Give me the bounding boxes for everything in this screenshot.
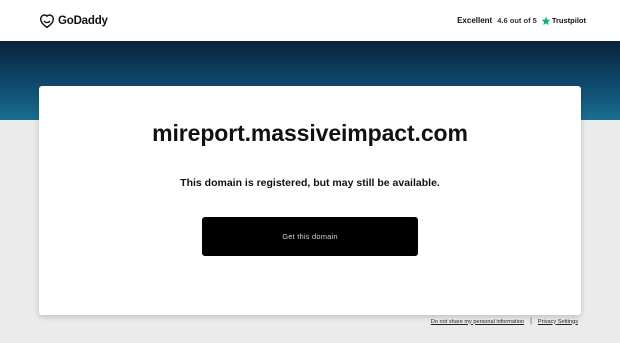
rating-label: Excellent: [457, 16, 493, 25]
rating-score: 4.6 out of 5: [497, 16, 537, 25]
godaddy-logo[interactable]: GoDaddy: [39, 13, 108, 29]
trustpilot-rating[interactable]: Excellent 4.6 out of 5 Trustpilot: [457, 16, 586, 26]
footer-links: Do not share my personal information | P…: [431, 318, 578, 325]
domain-status: This domain is registered, but may still…: [180, 177, 440, 189]
domain-title: mireport.massiveimpact.com: [152, 120, 468, 146]
trustpilot-star-icon: [541, 16, 551, 25]
godaddy-logo-icon: [39, 13, 55, 28]
domain-card: mireport.massiveimpact.com This domain i…: [39, 86, 581, 315]
top-bar: GoDaddy Excellent 4.6 out of 5 Trustpilo…: [0, 0, 620, 41]
get-domain-button[interactable]: Get this domain: [202, 217, 418, 256]
trustpilot-name: Trustpilot: [551, 16, 586, 25]
privacy-settings-link[interactable]: Privacy Settings: [538, 319, 578, 325]
do-not-share-link[interactable]: Do not share my personal information: [431, 319, 524, 325]
footer-separator: |: [530, 318, 532, 325]
logo-text: GoDaddy: [58, 14, 108, 27]
